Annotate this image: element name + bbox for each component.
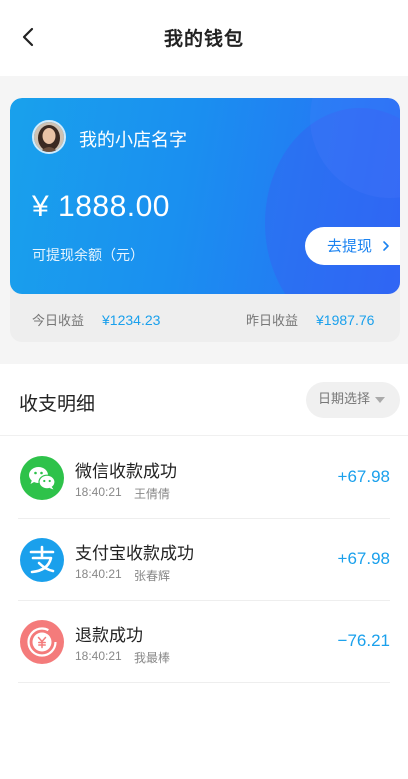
avatar-photo-icon: [34, 122, 64, 152]
today-earnings: 今日收益 ¥1234.23: [32, 310, 160, 329]
caret-down-icon: [375, 396, 386, 403]
withdraw-button[interactable]: 去提现: [305, 227, 400, 265]
transaction-title: 退款成功: [75, 626, 143, 646]
list-item[interactable]: 退款成功 18:40:21 我最棒 −76.21: [0, 601, 408, 683]
transaction-title: 微信收款成功: [75, 462, 177, 482]
today-earnings-value: ¥1234.23: [102, 312, 161, 328]
date-select-label: 日期选择: [318, 392, 371, 407]
details-header: 收支明细 日期选择: [0, 364, 408, 436]
wallet-section: 我的小店名字 ¥ 1888.00 可提现余额（元） 去提现 今日收益 ¥1234.…: [0, 76, 408, 364]
transaction-time: 18:40:21: [75, 649, 122, 663]
details-title: 收支明细: [19, 393, 96, 415]
refund-icon: [20, 620, 64, 664]
page-title: 我的钱包: [163, 28, 244, 50]
alipay-icon: [20, 538, 64, 582]
divider: [18, 682, 390, 683]
list-item[interactable]: 支付宝收款成功 18:40:21 张春辉 +67.98: [0, 519, 408, 601]
yesterday-earnings-label: 昨日收益: [246, 314, 299, 329]
wallet-card: 我的小店名字 ¥ 1888.00 可提现余额（元） 去提现 今日收益 ¥1234.…: [10, 98, 400, 342]
balance-amount: ¥ 1888.00: [32, 190, 170, 223]
balance-panel: 我的小店名字 ¥ 1888.00 可提现余额（元） 去提现: [10, 98, 400, 294]
list-item[interactable]: 微信收款成功 18:40:21 王倩倩 +67.98: [0, 437, 408, 519]
transaction-time: 18:40:21: [75, 485, 122, 499]
chevron-right-icon: [381, 228, 391, 266]
yesterday-earnings-value: ¥1987.76: [316, 312, 375, 328]
date-select-dropdown[interactable]: 日期选择: [306, 382, 400, 418]
top-nav-bar: 我的钱包: [0, 0, 408, 76]
yesterday-earnings: 昨日收益 ¥1987.76: [246, 310, 374, 329]
transaction-payer: 我最棒: [134, 651, 171, 665]
shop-name: 我的小店名字: [79, 130, 187, 151]
transaction-payer: 张春辉: [134, 569, 171, 583]
transaction-title: 支付宝收款成功: [75, 544, 194, 564]
transaction-time: 18:40:21: [75, 567, 122, 581]
withdraw-button-label: 去提现: [327, 237, 373, 255]
wechat-icon: [20, 456, 64, 500]
transaction-amount: −76.21: [337, 631, 390, 650]
balance-label: 可提现余额（元）: [32, 248, 144, 264]
avatar[interactable]: [32, 120, 66, 154]
transaction-payer: 王倩倩: [134, 487, 171, 501]
today-earnings-label: 今日收益: [32, 314, 85, 329]
transaction-amount: +67.98: [337, 549, 390, 568]
transaction-amount: +67.98: [337, 467, 390, 486]
